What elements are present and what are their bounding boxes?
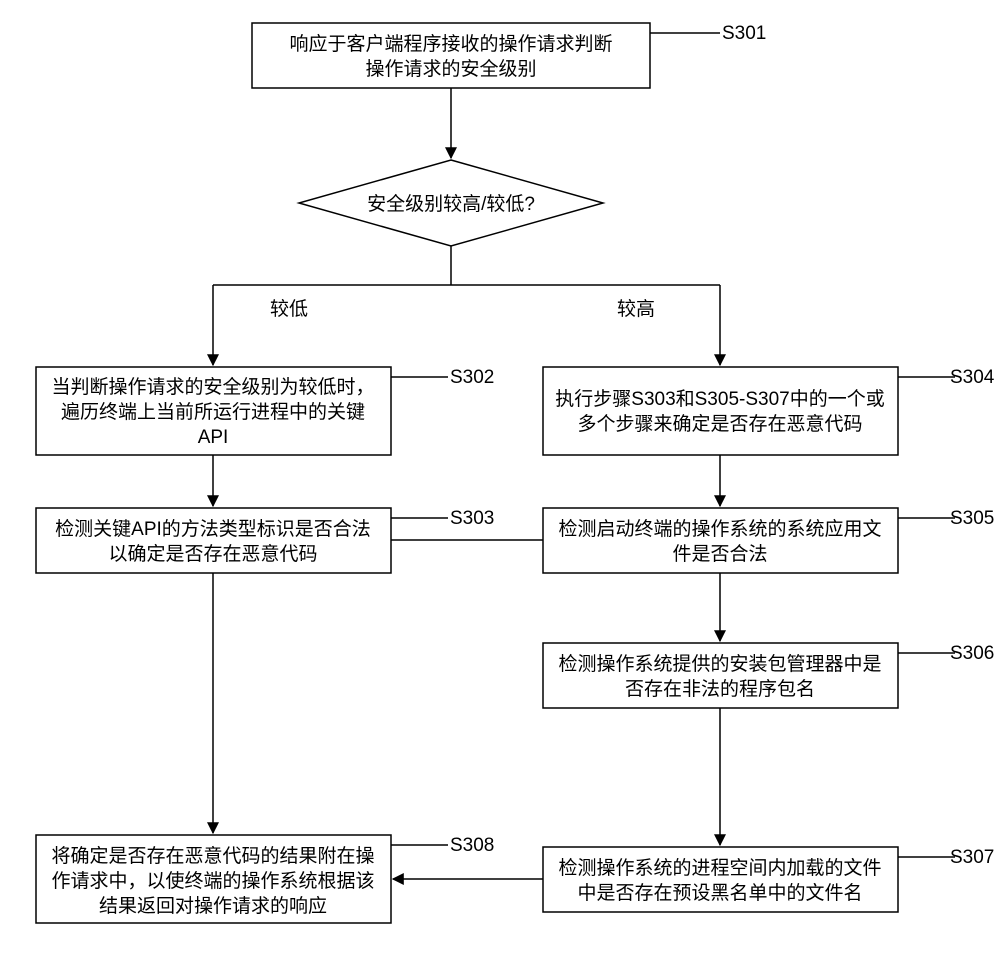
s305-l1: 检测启动终端的操作系统的系统应用文 (558, 518, 881, 540)
s301-text-l1: 响应于客户端程序接收的操作请求判断 (289, 33, 612, 55)
s305-tag: S305 (950, 508, 994, 529)
s308-l3: 结果返回对操作请求的响应 (99, 895, 327, 917)
s301-text-l2: 操作请求的安全级别 (365, 58, 536, 80)
s308-l2: 作请求中，以使终端的操作系统根据该 (51, 870, 374, 892)
node-s304 (543, 367, 898, 455)
s301-tag: S301 (722, 23, 766, 44)
s308-l1: 将确定是否存在恶意代码的结果附在操 (51, 845, 374, 867)
s307-tag: S307 (950, 847, 994, 868)
s306-l2: 否存在非法的程序包名 (625, 678, 815, 700)
s303-tag: S303 (450, 508, 494, 529)
s308-tag: S308 (450, 835, 494, 856)
s304-l2: 多个步骤来确定是否存在恶意代码 (577, 413, 862, 435)
branch-high-label: 较高 (617, 298, 655, 320)
s305-l2: 件是否合法 (672, 543, 767, 565)
branch-low-label: 较低 (270, 298, 308, 320)
s307-l1: 检测操作系统的进程空间内加载的文件 (558, 857, 881, 879)
flowchart: 响应于客户端程序接收的操作请求判断 操作请求的安全级别 S301 安全级别较高/… (0, 0, 1000, 975)
s304-l1: 执行步骤S303和S305-S307中的一个或 (555, 388, 884, 410)
s306-l1: 检测操作系统提供的安装包管理器中是 (558, 653, 881, 675)
s303-l1: 检测关键API的方法类型标识是否合法 (55, 518, 371, 540)
s306-tag: S306 (950, 643, 994, 664)
decision-text: 安全级别较高/较低? (367, 193, 535, 215)
s303-l2: 以确定是否存在恶意代码 (108, 543, 317, 565)
s307-l2: 中是否存在预设黑名单中的文件名 (577, 882, 862, 904)
s304-tag: S304 (950, 367, 995, 388)
s302-l3: API (198, 427, 229, 448)
s302-tag: S302 (450, 367, 494, 388)
s302-l2: 遍历终端上当前所运行进程中的关键 (61, 401, 365, 423)
s302-l1: 当判断操作请求的安全级别为较低时， (51, 376, 374, 398)
